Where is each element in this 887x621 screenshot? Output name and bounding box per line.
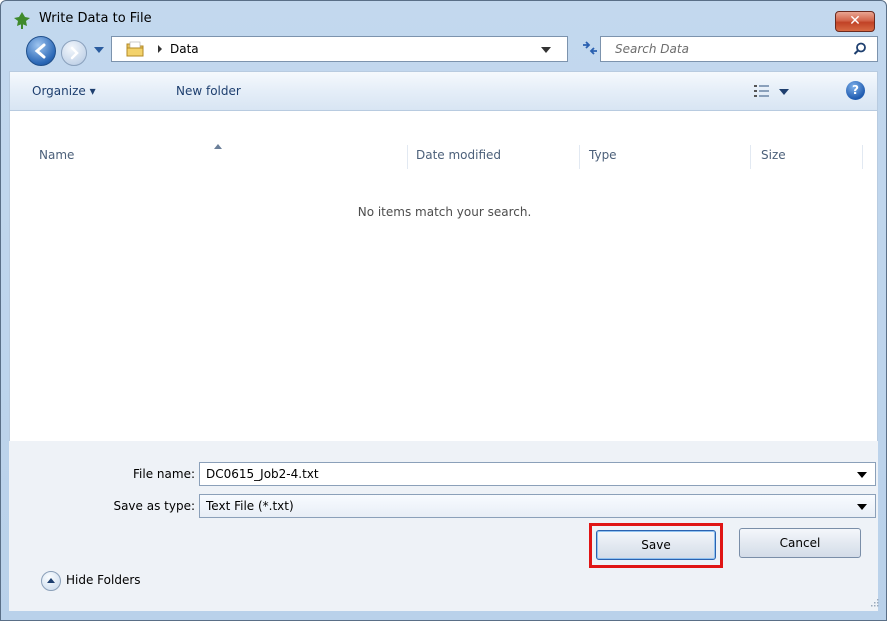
column-date-modified[interactable]: Date modified (416, 148, 501, 162)
resize-grip-icon[interactable] (871, 599, 879, 607)
save-type-select[interactable]: Text File (*.txt) (199, 494, 876, 518)
save-type-value: Text File (*.txt) (206, 499, 294, 513)
cancel-button[interactable]: Cancel (739, 528, 861, 558)
column-divider[interactable] (750, 145, 751, 169)
view-options-icon[interactable] (754, 84, 770, 98)
help-icon[interactable]: ? (846, 81, 865, 100)
chevron-up-icon (47, 578, 55, 583)
empty-message: No items match your search. (357, 205, 532, 219)
new-folder-button[interactable]: New folder (176, 84, 241, 98)
column-divider[interactable] (579, 145, 580, 169)
address-bar[interactable]: Data (111, 36, 568, 62)
app-leaf-icon (14, 12, 30, 29)
search-icon[interactable] (853, 42, 867, 56)
save-dialog: Write Data to File ✕ Data Search Data Or… (0, 0, 887, 621)
column-divider[interactable] (862, 145, 863, 169)
back-button[interactable] (26, 36, 56, 66)
search-input[interactable]: Search Data (600, 36, 878, 62)
forward-button[interactable] (61, 40, 87, 66)
window-title: Write Data to File (39, 11, 152, 26)
folder-icon (126, 41, 144, 57)
hide-folders-toggle[interactable] (41, 571, 61, 591)
sort-ascending-icon (214, 144, 222, 149)
column-type[interactable]: Type (589, 148, 617, 162)
hide-folders-label[interactable]: Hide Folders (66, 573, 141, 587)
organize-menu[interactable]: Organize ▾ (32, 84, 96, 98)
save-type-dropdown-icon[interactable] (857, 504, 867, 510)
column-divider[interactable] (407, 145, 408, 169)
save-type-label: Save as type: (113, 499, 195, 513)
search-placeholder: Search Data (615, 42, 689, 56)
breadcrumb-arrow-icon[interactable] (156, 43, 164, 55)
column-size[interactable]: Size (761, 148, 786, 162)
back-arrow-icon (34, 43, 46, 59)
file-list: Name Date modified Type Size No items ma… (9, 111, 878, 441)
file-name-label: File name: (133, 467, 195, 481)
refresh-button[interactable] (579, 41, 601, 61)
close-button[interactable]: ✕ (835, 11, 875, 32)
refresh-icon (583, 41, 597, 55)
forward-arrow-icon (70, 46, 79, 60)
save-button[interactable]: Save (596, 530, 716, 560)
column-name[interactable]: Name (39, 148, 74, 162)
command-bar: Organize ▾ New folder ? (9, 71, 878, 111)
file-name-dropdown-icon[interactable] (857, 472, 867, 478)
file-name-field[interactable]: DC0615_Job2-4.txt (199, 462, 876, 486)
save-form: File name: DC0615_Job2-4.txt Save as typ… (9, 441, 879, 611)
view-dropdown-icon[interactable] (779, 89, 789, 95)
address-row: Data Search Data (1, 35, 886, 71)
title-bar: Write Data to File ✕ (1, 1, 886, 35)
file-name-value: DC0615_Job2-4.txt (206, 467, 319, 481)
breadcrumb-current[interactable]: Data (170, 42, 199, 56)
address-dropdown-icon[interactable] (541, 47, 551, 53)
recent-pages-dropdown-icon[interactable] (93, 44, 105, 56)
